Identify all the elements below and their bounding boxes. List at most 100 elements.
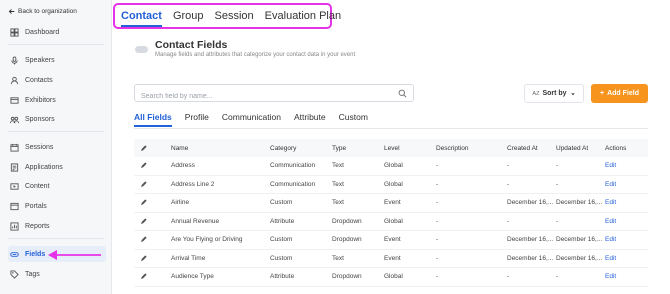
table-cell: December 16,...	[556, 236, 603, 244]
tab-attribute[interactable]: Attribute	[294, 112, 326, 122]
sidebar-item-label: Sponsors	[25, 115, 55, 123]
table-row[interactable]: Arrival Time Custom Text Event - December 16,…	[134, 250, 648, 268]
table-cell: Attribute	[270, 273, 295, 281]
edit-link[interactable]: Edit	[605, 218, 648, 225]
sort-by-button[interactable]: AZ Sort by	[524, 84, 584, 103]
edit-link[interactable]: Edit	[605, 255, 648, 262]
edit-link[interactable]: Edit	[605, 273, 648, 280]
table-cell: Global	[384, 217, 403, 225]
table-cell: Event	[384, 199, 401, 207]
table-cell: Attribute	[270, 217, 295, 225]
table-cell: Global	[384, 273, 403, 281]
back-label: Back to organization	[18, 8, 77, 15]
toggle-switch[interactable]	[135, 46, 148, 53]
back-to-organization-link[interactable]: Back to organization	[8, 8, 77, 15]
edit-link[interactable]: Edit	[605, 162, 648, 169]
add-field-button[interactable]: + Add Field	[591, 84, 648, 103]
tab-evaluation-plan[interactable]: Evaluation Plan	[265, 10, 341, 22]
table-row[interactable]: Address Communication Text Global - - - Edit	[134, 157, 648, 176]
tab-contact[interactable]: Contact	[121, 10, 162, 27]
sidebar-item-contacts[interactable]: Contacts	[8, 72, 106, 88]
sidebar-item-label: Fields	[25, 250, 46, 258]
table-cell: Event	[384, 236, 401, 244]
table-row[interactable]: Airline Custom Text Event - December 16,... De…	[134, 194, 648, 213]
row-edit-handle[interactable]	[134, 255, 171, 262]
tab-session[interactable]: Session	[215, 10, 254, 22]
table-cell: -	[436, 217, 439, 225]
table-cell: Text	[332, 254, 344, 262]
row-edit-handle[interactable]	[134, 218, 171, 225]
column-header: Actions	[605, 144, 627, 152]
divider	[8, 238, 104, 239]
edit-link[interactable]: Edit	[605, 181, 648, 188]
table-cell: -	[507, 273, 510, 281]
portals-icon	[10, 202, 19, 210]
add-field-label: Add Field	[607, 90, 639, 97]
contacts-icon	[10, 76, 19, 84]
sidebar-item-label: Reports	[25, 222, 50, 230]
search-icon[interactable]	[398, 89, 407, 98]
reports-icon	[10, 221, 19, 231]
row-edit-handle[interactable]	[134, 181, 171, 188]
table-cell: December 16,...	[507, 254, 554, 262]
table-cell: Global	[384, 162, 403, 170]
row-edit-handle[interactable]	[134, 162, 171, 169]
tab-all-fields[interactable]: All Fields	[134, 112, 172, 127]
search-box	[134, 84, 414, 105]
tab-communication[interactable]: Communication	[222, 112, 281, 122]
tab-group[interactable]: Group	[173, 10, 204, 22]
sponsors-icon	[10, 116, 19, 123]
table-cell: -	[556, 217, 559, 225]
sidebar-item-dashboard[interactable]: Dashboard	[8, 24, 106, 40]
table-cell: Text	[332, 199, 344, 207]
sidebar-item-sessions[interactable]: Sessions	[8, 139, 106, 155]
table-cell: -	[436, 273, 439, 281]
sidebar-item-reports[interactable]: Reports	[8, 218, 106, 234]
table-row[interactable]: Audience Type Attribute Dropdown Global - - - E…	[134, 268, 648, 287]
search-input[interactable]	[135, 88, 385, 105]
edit-link[interactable]: Edit	[605, 199, 648, 206]
sort-az-icon: AZ	[532, 90, 540, 97]
microphone-icon	[11, 55, 18, 65]
sidebar-item-label: Sessions	[25, 143, 54, 151]
table-cell: Text	[332, 162, 344, 170]
sidebar-item-label: Contacts	[25, 76, 53, 84]
page-title: Contact Fields	[155, 39, 228, 51]
row-edit-handle[interactable]	[134, 273, 171, 280]
sidebar-item-applications[interactable]: Applications	[8, 159, 106, 175]
divider	[8, 131, 104, 132]
arrow-left-icon	[8, 9, 15, 14]
column-header[interactable]: Type	[332, 145, 384, 152]
sidebar-item-sponsors[interactable]: Sponsors	[8, 111, 106, 127]
tab-profile[interactable]: Profile	[185, 112, 209, 122]
column-header[interactable]: Description	[436, 145, 507, 152]
sidebar-item-content[interactable]: Content	[8, 178, 106, 194]
sidebar-item-exhibitors[interactable]: Exhibitors	[8, 92, 106, 108]
table-cell: Dropdown	[332, 217, 362, 225]
row-edit-handle[interactable]	[134, 236, 171, 243]
sidebar-item-tags[interactable]: Tags	[8, 266, 106, 282]
table-row[interactable]: Are You Flying or Driving Custom Dropdown E…	[134, 231, 648, 250]
edit-link[interactable]: Edit	[605, 236, 648, 243]
column-header[interactable]: Updated At	[556, 145, 605, 152]
pencil-icon	[141, 236, 147, 243]
table-body: Address Communication Text Global - - - Edit Add…	[134, 157, 648, 287]
table-row[interactable]: Address Line 2 Communication Text Global - - -…	[134, 176, 648, 194]
table-cell: Airline	[171, 199, 190, 207]
column-header[interactable]: Category	[270, 145, 332, 152]
table-row[interactable]: Annual Revenue Attribute Dropdown Global - - -…	[134, 213, 648, 231]
column-header[interactable]: Name	[171, 145, 270, 152]
row-edit-handle[interactable]	[134, 199, 171, 206]
sidebar-item-portals[interactable]: Portals	[8, 198, 106, 214]
top-tabs: Contact Group Session Evaluation Plan	[113, 3, 341, 29]
pencil-icon	[141, 162, 147, 169]
pencil-icon	[141, 255, 147, 261]
column-header[interactable]: Level	[384, 145, 436, 152]
table-cell: Text	[332, 180, 344, 188]
table-cell: Communication	[270, 162, 316, 170]
arrow-annotation-icon	[48, 250, 101, 260]
sidebar-item-speakers[interactable]: Speakers	[8, 52, 106, 68]
tab-custom[interactable]: Custom	[339, 112, 368, 122]
column-header[interactable]: Created At	[507, 145, 556, 152]
sessions-icon	[10, 143, 19, 152]
